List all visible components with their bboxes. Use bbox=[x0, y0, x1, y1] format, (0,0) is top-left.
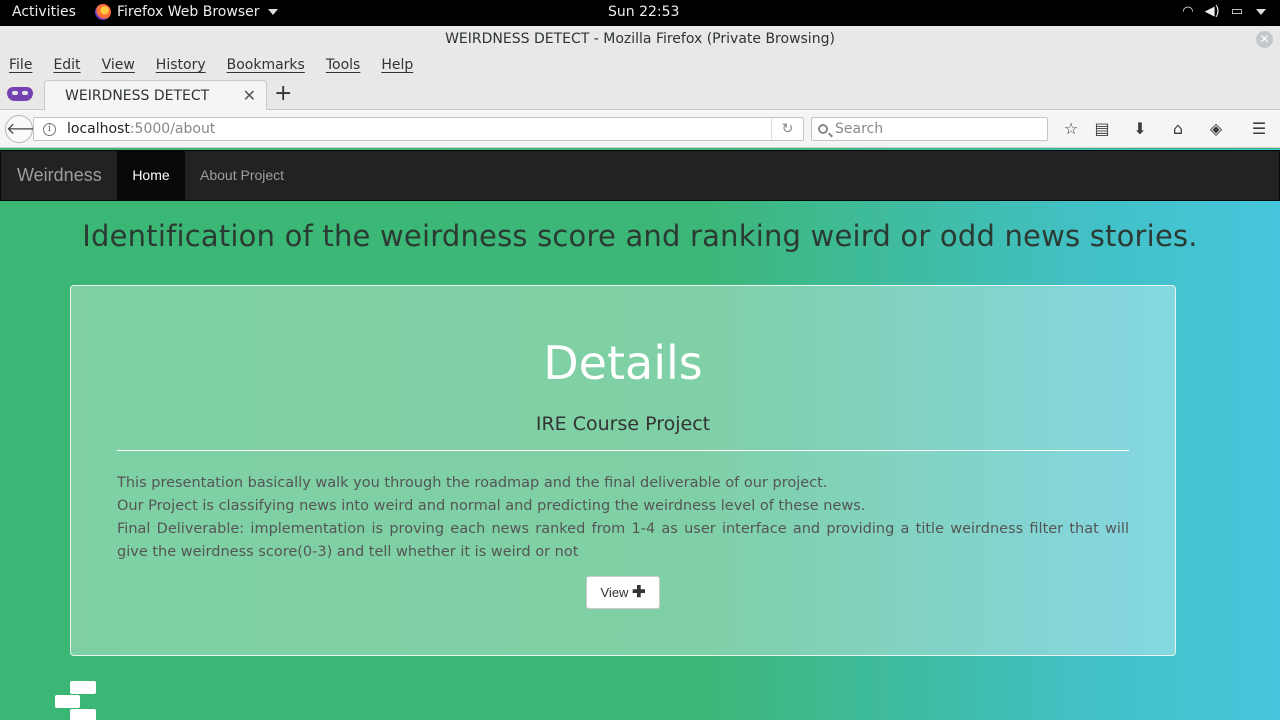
plus-icon: ✚ bbox=[632, 584, 646, 601]
decorative-block bbox=[55, 695, 80, 708]
view-button[interactable]: View ✚ bbox=[586, 576, 660, 609]
chevron-down-icon bbox=[1256, 8, 1266, 15]
description-line: Our Project is classifying news into wei… bbox=[117, 498, 866, 514]
system-status-menu[interactable]: ◠ ◀) ▭ bbox=[1182, 4, 1266, 19]
menu-bookmarks[interactable]: Bookmarks bbox=[227, 52, 317, 78]
window-title: WEIRDNESS DETECT - Mozilla Firefox (Priv… bbox=[445, 31, 835, 47]
clock[interactable]: Sun 22:53 bbox=[608, 4, 679, 20]
url-bar[interactable]: i localhost:5000/about ↻ bbox=[33, 117, 804, 141]
new-tab-button[interactable]: + bbox=[274, 81, 292, 106]
volume-icon: ◀) bbox=[1204, 4, 1220, 19]
description-line: Final Deliverable: implementation is pro… bbox=[117, 521, 1129, 560]
divider bbox=[117, 450, 1129, 451]
nav-about-project[interactable]: About Project bbox=[200, 151, 284, 200]
site-navbar: Weirdness Home About Project bbox=[0, 150, 1280, 201]
search-placeholder: Search bbox=[835, 121, 884, 137]
home-icon[interactable]: ⌂ bbox=[1168, 119, 1188, 139]
decorative-block bbox=[70, 681, 96, 694]
menu-bar: File Edit View History Bookmarks Tools H… bbox=[0, 52, 1280, 78]
bookmark-star-icon[interactable]: ☆ bbox=[1061, 119, 1081, 139]
menu-tools[interactable]: Tools bbox=[326, 52, 373, 78]
menu-edit[interactable]: Edit bbox=[53, 52, 92, 78]
firefox-icon bbox=[95, 4, 111, 20]
nav-home[interactable]: Home bbox=[117, 151, 185, 200]
tab-weirdness-detect[interactable]: WEIRDNESS DETECT ✕ bbox=[44, 80, 267, 111]
menu-history[interactable]: History bbox=[156, 52, 218, 78]
download-icon[interactable]: ⬇ bbox=[1130, 119, 1150, 139]
site-info-icon[interactable]: i bbox=[43, 123, 56, 136]
menu-file[interactable]: File bbox=[9, 52, 44, 78]
menu-help[interactable]: Help bbox=[381, 52, 425, 78]
tab-label: WEIRDNESS DETECT bbox=[65, 88, 210, 104]
private-browsing-icon bbox=[7, 87, 33, 101]
details-panel: Details IRE Course Project This presenta… bbox=[70, 285, 1176, 656]
navigation-toolbar: 🡐 i localhost:5000/about ↻ Search ☆ ▤ ⬇ … bbox=[0, 110, 1280, 148]
url-host: localhost bbox=[67, 121, 130, 137]
reading-list-icon[interactable]: ▤ bbox=[1092, 119, 1112, 139]
wifi-icon: ◠ bbox=[1182, 4, 1194, 19]
page-headline: Identification of the weirdness score an… bbox=[82, 219, 1198, 253]
reload-icon[interactable]: ↻ bbox=[771, 118, 803, 140]
decorative-block bbox=[70, 709, 96, 720]
panel-title: Details bbox=[543, 336, 703, 390]
app-menu[interactable]: Firefox Web Browser bbox=[95, 4, 278, 20]
view-button-label: View bbox=[600, 585, 629, 600]
search-icon bbox=[818, 124, 828, 134]
app-menu-label: Firefox Web Browser bbox=[117, 4, 260, 20]
panel-subtitle: IRE Course Project bbox=[535, 413, 711, 435]
description-line: This presentation basically walk you thr… bbox=[117, 475, 828, 491]
tab-close-icon[interactable]: ✕ bbox=[243, 86, 256, 105]
hamburger-menu-icon[interactable]: ☰ bbox=[1249, 119, 1269, 139]
pocket-icon[interactable]: ◈ bbox=[1206, 119, 1226, 139]
url-path: :5000/about bbox=[129, 121, 216, 137]
page-content: Weirdness Home About Project Identificat… bbox=[0, 149, 1280, 720]
system-top-bar: Activities Firefox Web Browser Sun 22:53… bbox=[0, 0, 1280, 26]
search-input[interactable]: Search bbox=[811, 117, 1048, 141]
window-close-button[interactable]: ✕ bbox=[1256, 31, 1273, 48]
chevron-down-icon bbox=[267, 9, 278, 15]
window-titlebar: WEIRDNESS DETECT - Mozilla Firefox (Priv… bbox=[0, 26, 1280, 52]
battery-icon: ▭ bbox=[1230, 4, 1243, 19]
panel-description: This presentation basically walk you thr… bbox=[117, 472, 1129, 564]
tab-bar: WEIRDNESS DETECT ✕ + bbox=[0, 78, 1280, 111]
activities-button[interactable]: Activities bbox=[12, 4, 76, 20]
site-brand[interactable]: Weirdness bbox=[17, 165, 102, 186]
back-button[interactable]: 🡐 bbox=[5, 115, 49, 143]
menu-view[interactable]: View bbox=[102, 52, 147, 78]
